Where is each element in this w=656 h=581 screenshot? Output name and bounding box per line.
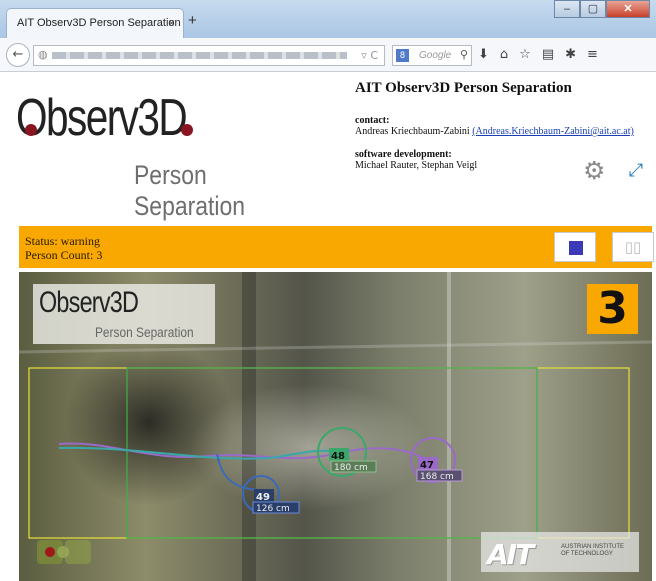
puzzle-logo-icon [37,540,91,564]
status-text: Status: warning Person Count: 3 [25,234,102,262]
search-input[interactable]: 8 Google ⚲ [392,45,472,66]
dev-label: software development: [355,149,452,160]
extension-icon[interactable]: ✱ [565,47,576,62]
search-icon[interactable]: ⚲ [460,48,468,61]
ait-logo-line2: OF TECHNOLOGY [561,551,613,557]
site-info-icon[interactable]: ◍ [38,48,48,61]
toolbar-icons: ⬇ ⌂ ☆ ▤ ✱ ≡ [478,47,598,62]
close-window-button[interactable]: ✕ [606,0,650,18]
menu-icon[interactable]: ≡ [587,47,598,62]
track-id-48: 48 [331,451,345,462]
search-placeholder: Google [419,50,452,61]
back-button[interactable]: ← [6,43,30,67]
home-icon[interactable]: ⌂ [500,47,508,62]
maximize-button[interactable]: ▢ [580,0,606,18]
person-count-badge: 3 [587,284,638,334]
camera-feed: 48 180 cm 47 168 cm 49 126 cm Observ3D P… [19,272,652,581]
browser-tab[interactable]: AIT Observ3D Person Separation × [6,8,184,38]
url-text-blurred [52,52,347,59]
feed-logo-subtitle: Person Separation [95,324,194,340]
fullscreen-icon[interactable]: ⤢ [624,159,648,183]
reload-button[interactable]: ▿ C [361,49,378,62]
contact-name: Andreas Kriechbaum-Zabini [355,126,470,137]
download-icon[interactable]: ⬇ [478,47,489,62]
browser-navbar: ← ◍ ▿ C 8 Google ⚲ ⬇ ⌂ ☆ ▤ ✱ ≡ [0,38,656,72]
status-line: Status: warning [25,234,100,248]
track-id-49: 49 [256,492,270,503]
reading-list-icon[interactable]: ▤ [542,47,554,62]
track-height-49: 126 cm [256,504,290,514]
tab-title: AIT Observ3D Person Separation [17,17,181,29]
dev-names: Michael Rauter, Stephan Veigl [355,160,478,171]
logo-subtitle: Person Separation [134,160,246,221]
settings-gear-icon[interactable]: ⚙ [583,156,605,185]
track-height-48: 180 cm [334,463,368,473]
person-count-line: Person Count: 3 [25,248,103,262]
minimize-button[interactable]: ‒ [554,0,580,18]
track-height-47: 168 cm [420,472,454,482]
status-bar: Status: warning Person Count: 3 ▯▯ [19,226,654,268]
contact-label: contact: [355,115,390,126]
feed-logo-wordmark: Observ3D [39,286,139,319]
stop-button[interactable] [554,232,596,262]
search-engine-icon[interactable]: 8 [396,49,409,62]
feed-observ3d-logo: Observ3D Person Separation [33,284,215,344]
contact-email-link[interactable]: (Andreas.Kriechbaum-Zabini@ait.ac.at) [472,126,634,137]
ait-logo: AIT AUSTRIAN INSTITUTE OF TECHNOLOGY [481,532,639,572]
observ3d-logo: Observ3D Person Separation [16,86,336,221]
bookmark-star-icon[interactable]: ☆ [519,47,531,62]
tab-close-icon[interactable]: × [168,16,175,30]
logo-dot-left [25,124,37,136]
logo-wordmark: Observ3D [16,89,188,147]
ait-logo-line1: AUSTRIAN INSTITUTE [561,544,625,550]
page-title: AIT Observ3D Person Separation [355,80,572,96]
logo-dot-right [181,124,193,136]
contact-line: Andreas Kriechbaum-Zabini (Andreas.Kriec… [355,126,655,137]
stop-icon [569,241,583,255]
track-path-48 [58,446,338,460]
info-panel: AIT Observ3D Person Separation contact: … [355,80,655,183]
pause-button[interactable]: ▯▯ [612,232,654,262]
track-id-47: 47 [420,460,434,471]
browser-titlebar: AIT Observ3D Person Separation × + ‒ ▢ ✕ [0,0,656,38]
window-controls: ‒ ▢ ✕ [554,0,650,18]
new-tab-button[interactable]: + [188,12,197,29]
url-bar[interactable]: ◍ ▿ C [33,45,385,66]
ait-logo-mark: AIT [487,538,534,571]
